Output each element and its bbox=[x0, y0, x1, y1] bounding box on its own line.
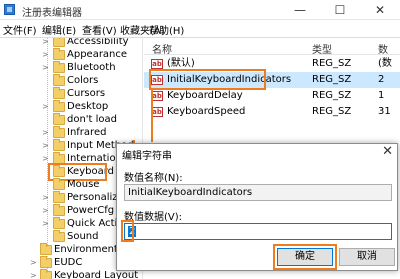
callout-arrow-line bbox=[151, 90, 153, 142]
column-name-header[interactable]: 名称 bbox=[152, 41, 172, 56]
column-data-header[interactable]: 数 bbox=[378, 41, 388, 56]
value-data: (数 bbox=[378, 58, 392, 69]
menu-file[interactable]: 文件(F) bbox=[3, 22, 37, 37]
menu-help[interactable]: 帮助(H) bbox=[149, 22, 184, 37]
value-type: REG_SZ bbox=[312, 74, 352, 85]
value-type: REG_SZ bbox=[312, 106, 352, 117]
menu-view[interactable]: 查看(V) bbox=[82, 22, 117, 37]
value-type: REG_SZ bbox=[312, 90, 352, 101]
registry-editor-icon bbox=[4, 4, 15, 15]
cancel-button[interactable]: 取消 bbox=[339, 248, 395, 266]
menu-edit[interactable]: 编辑(E) bbox=[42, 22, 76, 37]
window-title: 注册表编辑器 bbox=[22, 8, 82, 19]
value-name: KeyboardSpeed bbox=[167, 106, 246, 117]
minimize-button[interactable]: — bbox=[280, 0, 320, 20]
folder-icon bbox=[53, 100, 65, 112]
maximize-button[interactable]: ☐ bbox=[320, 0, 360, 20]
folder-icon bbox=[53, 74, 65, 86]
folder-icon bbox=[53, 38, 65, 47]
value-row-keyboardspeed[interactable]: ab KeyboardSpeed REG_SZ 31 bbox=[144, 104, 400, 120]
folder-icon bbox=[53, 87, 65, 99]
value-data-highlight-box bbox=[121, 220, 134, 242]
dialog-title: 编辑字符串 bbox=[122, 151, 172, 162]
value-type: REG_SZ bbox=[312, 58, 352, 69]
dialog-close-button[interactable]: ✕ bbox=[382, 144, 393, 159]
folder-icon bbox=[53, 204, 65, 216]
folder-icon bbox=[53, 217, 65, 229]
folder-icon bbox=[53, 230, 65, 242]
title-bar: 注册表编辑器 — ☐ ✕ bbox=[0, 0, 400, 20]
folder-icon bbox=[53, 126, 65, 138]
folder-icon bbox=[53, 61, 65, 73]
ok-highlight-box bbox=[273, 244, 337, 270]
folder-icon bbox=[53, 48, 65, 60]
value-highlight-box bbox=[149, 69, 266, 90]
folder-icon bbox=[40, 269, 52, 279]
menu-bar: 文件(F) 编辑(E) 查看(V) 收藏夹(A) 帮助(H) bbox=[0, 20, 400, 38]
value-name-label: 数值名称(N): bbox=[124, 173, 183, 184]
value-name: KeyboardDelay bbox=[167, 90, 243, 101]
value-data: 1 bbox=[378, 90, 385, 101]
folder-icon bbox=[40, 243, 52, 255]
edit-string-dialog: 编辑字符串 ✕ 数值名称(N): InitialKeyboardIndicato… bbox=[116, 143, 398, 271]
close-button[interactable]: ✕ bbox=[360, 0, 400, 20]
value-data: 2 bbox=[378, 74, 385, 85]
string-value-icon: ab bbox=[151, 59, 163, 69]
folder-icon bbox=[53, 191, 65, 203]
folder-icon bbox=[53, 178, 65, 190]
chevron-right-icon[interactable]: > bbox=[30, 268, 37, 279]
column-type-header[interactable]: 类型 bbox=[312, 41, 332, 56]
value-row-keyboarddelay[interactable]: ab KeyboardDelay REG_SZ 1 bbox=[144, 88, 400, 104]
folder-icon bbox=[40, 256, 52, 268]
folder-icon bbox=[53, 113, 65, 125]
list-header: 名称 类型 数 bbox=[144, 38, 400, 56]
value-name-field[interactable]: InitialKeyboardIndicators bbox=[124, 184, 392, 201]
folder-icon bbox=[53, 139, 65, 151]
value-data: 31 bbox=[378, 106, 391, 117]
value-data-input[interactable]: 2 bbox=[124, 223, 392, 240]
